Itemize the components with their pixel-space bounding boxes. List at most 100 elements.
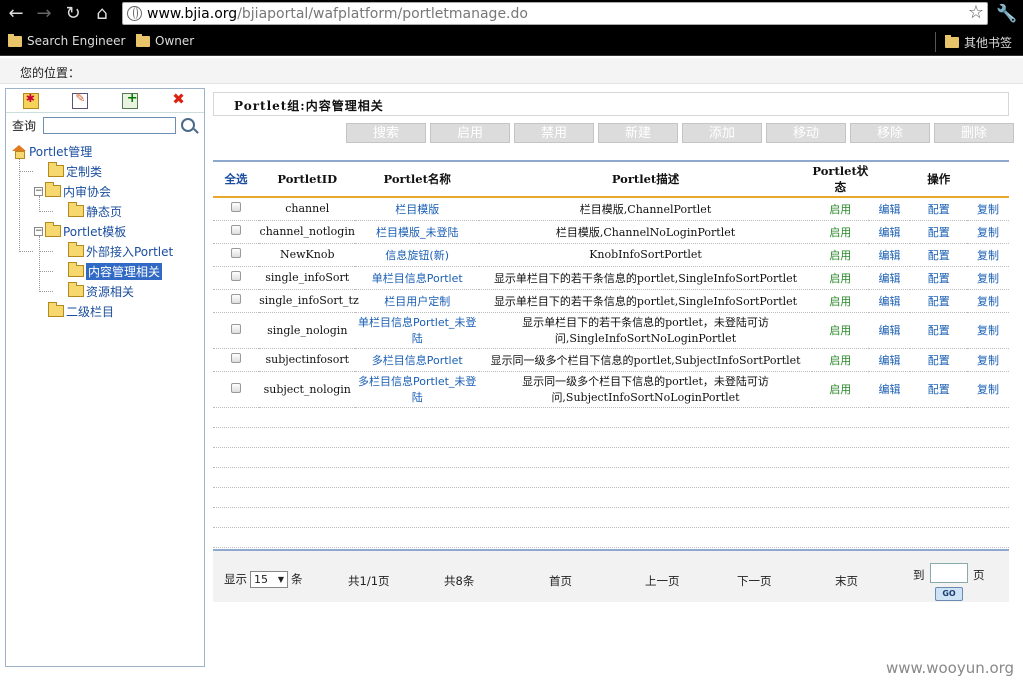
row-checkbox[interactable]: [231, 382, 242, 393]
edit-link[interactable]: 编辑: [868, 197, 911, 221]
prev-page-link[interactable]: 上一页: [645, 573, 680, 589]
new-button[interactable]: 新建: [598, 123, 678, 143]
cell-name[interactable]: 信息旋钮(新): [355, 243, 479, 267]
table-row: single_infoSort_tz 栏目用户定制 显示单栏目下的若干条信息的por…: [213, 289, 1009, 313]
cell-name[interactable]: 单栏目信息Portlet_未登陆: [355, 312, 479, 349]
edit-link[interactable]: 编辑: [868, 243, 911, 267]
config-link[interactable]: 配置: [910, 220, 968, 244]
address-bar[interactable]: www.bjia.org/bjiaportal/wafplatform/port…: [122, 2, 988, 25]
row-checkbox[interactable]: [231, 353, 242, 363]
tree-item-custom[interactable]: 定制类: [48, 162, 102, 180]
goto-page-input[interactable]: [930, 563, 968, 583]
watermark: www.wooyun.org: [886, 659, 1015, 677]
config-link[interactable]: 配置: [910, 371, 968, 408]
edit-link[interactable]: 编辑: [868, 312, 911, 349]
enable-button[interactable]: 启用: [430, 123, 510, 143]
cell-desc: 显示单栏目下的若干条信息的portlet,SingleInfoSortPortl…: [479, 266, 813, 290]
tree-item-static[interactable]: 静态页: [68, 202, 122, 220]
cell-name[interactable]: 栏目模版: [355, 197, 479, 221]
tree-line: [19, 171, 33, 172]
row-checkbox[interactable]: [231, 248, 242, 258]
row-checkbox[interactable]: [231, 271, 242, 281]
edit-link[interactable]: 编辑: [868, 348, 911, 372]
wrench-icon[interactable]: 🔧: [996, 3, 1018, 25]
row-checkbox[interactable]: [231, 294, 242, 304]
page-size-select[interactable]: 15: [250, 571, 288, 588]
config-link[interactable]: 配置: [910, 266, 968, 290]
home-icon[interactable]: ⌂: [91, 3, 113, 25]
config-link[interactable]: 配置: [910, 348, 968, 372]
cell-status: 启用: [812, 243, 869, 267]
tree-line: [39, 291, 53, 292]
config-link[interactable]: 配置: [910, 197, 968, 221]
row-checkbox-cell: [213, 197, 260, 221]
delete-button[interactable]: 删除: [934, 123, 1014, 143]
search-button[interactable]: 搜索: [346, 123, 426, 143]
tree-root[interactable]: Portlet管理: [12, 142, 92, 160]
first-page-link[interactable]: 首页: [549, 573, 572, 589]
move-button[interactable]: 移动: [766, 123, 846, 143]
row-checkbox[interactable]: [231, 323, 242, 334]
add-page-icon[interactable]: [121, 91, 138, 109]
tree-item-external[interactable]: 外部接入Portlet: [68, 242, 173, 260]
search-icon[interactable]: [181, 118, 196, 132]
tree-item-portlet-template[interactable]: − Portlet模板: [34, 222, 126, 240]
tree-line: [39, 236, 40, 292]
cell-status: 启用: [812, 371, 869, 408]
go-button[interactable]: GO: [935, 587, 963, 601]
row-checkbox[interactable]: [231, 202, 242, 213]
tree-item-content-mgmt[interactable]: 内容管理相关: [68, 262, 163, 280]
bookmark-owner[interactable]: Owner: [136, 33, 194, 48]
collapse-icon[interactable]: −: [34, 186, 43, 196]
copy-link[interactable]: 复制: [967, 243, 1009, 267]
remove-button[interactable]: 移除: [850, 123, 930, 143]
copy-link[interactable]: 复制: [967, 220, 1009, 244]
next-page-link[interactable]: 下一页: [737, 573, 772, 589]
copy-link[interactable]: 复制: [967, 312, 1009, 349]
copy-link[interactable]: 复制: [967, 371, 1009, 408]
last-page-link[interactable]: 末页: [835, 573, 858, 589]
tree-item-sub-column[interactable]: 二级栏目: [48, 302, 114, 320]
edit-link[interactable]: 编辑: [868, 220, 911, 244]
edit-link[interactable]: 编辑: [868, 289, 911, 313]
config-link[interactable]: 配置: [910, 243, 968, 267]
bookmark-star-icon[interactable]: ☆: [968, 2, 984, 23]
copy-link[interactable]: 复制: [967, 266, 1009, 290]
copy-link[interactable]: 复制: [967, 289, 1009, 313]
folder-icon: [68, 282, 84, 297]
select-all-header[interactable]: 全选: [213, 161, 260, 198]
url-text[interactable]: www.bjia.org/bjiaportal/wafplatform/port…: [147, 6, 528, 22]
cell-name[interactable]: 栏目用户定制: [355, 289, 479, 313]
config-link[interactable]: 配置: [910, 289, 968, 313]
edit-icon[interactable]: [72, 91, 89, 109]
forward-arrow-icon[interactable]: →: [33, 3, 55, 25]
config-link[interactable]: 配置: [910, 312, 968, 349]
back-arrow-icon[interactable]: ←: [5, 3, 27, 25]
delete-icon[interactable]: [171, 90, 187, 109]
cell-name[interactable]: 多栏目信息Portlet_未登陆: [355, 371, 479, 408]
edit-link[interactable]: 编辑: [868, 371, 911, 408]
goto-prefix: 到: [913, 568, 925, 582]
cell-desc: 显示单栏目下的若干条信息的portlet,SingleInfoSortPortl…: [479, 289, 813, 313]
reload-icon[interactable]: ↻: [62, 3, 84, 25]
edit-link[interactable]: 编辑: [868, 266, 911, 290]
add-button[interactable]: 添加: [682, 123, 762, 143]
copy-link[interactable]: 复制: [967, 197, 1009, 221]
tree-label: Portlet管理: [29, 144, 93, 159]
bookmark-search-engineer[interactable]: Search Engineer: [8, 33, 125, 48]
table-row: subjectinfosort 多栏目信息Portlet 显示同一级多个栏目下信息的…: [213, 348, 1009, 372]
row-checkbox[interactable]: [231, 225, 242, 235]
collapse-icon[interactable]: −: [34, 226, 43, 236]
disable-button[interactable]: 禁用: [514, 123, 594, 143]
new-folder-icon[interactable]: [22, 92, 39, 109]
cell-name[interactable]: 栏目模版_未登陆: [355, 220, 479, 244]
copy-link[interactable]: 复制: [967, 348, 1009, 372]
cell-name[interactable]: 单栏目信息Portlet: [355, 266, 479, 290]
tree-item-audit[interactable]: − 内审协会: [34, 182, 111, 200]
cell-name[interactable]: 多栏目信息Portlet: [355, 348, 479, 372]
cell-id: channel: [259, 197, 356, 221]
empty-table-row: [213, 428, 1009, 448]
search-input[interactable]: [43, 116, 177, 134]
tree-item-resources[interactable]: 资源相关: [68, 282, 134, 300]
other-bookmarks[interactable]: 其他书签: [945, 34, 1012, 51]
